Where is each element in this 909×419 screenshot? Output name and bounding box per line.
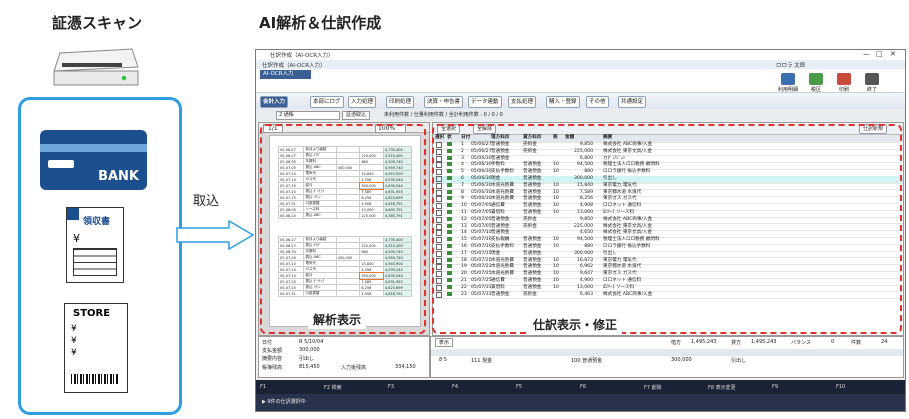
menu-item-5[interactable]: データ連動 xyxy=(468,96,502,108)
account-select[interactable]: 2 通帳 xyxy=(276,111,340,120)
exit-button[interactable]: 終了 xyxy=(860,73,884,95)
bank-card-label: BANK xyxy=(98,169,139,184)
debit-value: 300,000 xyxy=(299,347,320,353)
function-key-7[interactable]: F7 削除 xyxy=(644,384,662,391)
store-title: STORE xyxy=(73,308,111,319)
menu-item-1[interactable]: 本部にログ xyxy=(310,96,344,108)
analysis-label: 解析表示 xyxy=(308,310,367,329)
summary-header xyxy=(431,349,903,356)
maximize-icon[interactable]: □ xyxy=(876,50,883,58)
date-label: 日付 xyxy=(262,340,273,346)
usage-counts: 未利用件数 / 仕量利用件数 / 全計利用件数 : 0 / 0 / 0 xyxy=(384,112,503,118)
sub-toolbar: 2 通帳 証憑取込 未利用件数 / 仕量利用件数 / 全計利用件数 : 0 / … xyxy=(256,109,905,121)
balance-total: 0 xyxy=(831,339,835,345)
memo-label: 摘要内容 xyxy=(262,356,283,362)
debit-total: 1,495,243 xyxy=(691,339,717,345)
store-line-1: ¥ xyxy=(71,324,77,334)
receipt-icon: 領収書 ¥ xyxy=(66,207,124,283)
summary-row-debit: 111 現金 xyxy=(471,358,493,364)
debit-label: 支払金額 xyxy=(262,348,283,354)
status-bar: F1 F2 検索 F3 F4 F5 F6 F7 削除 F8 表示変更 F9 F10 xyxy=(256,380,905,394)
scanner-icon xyxy=(53,48,139,86)
ai-heading: AI解析＆仕訳作成 xyxy=(259,14,382,32)
summary-row-amount: 300,000 xyxy=(671,357,692,363)
after-balance-value: 334,150 xyxy=(395,364,416,370)
journal-label: 仕訳表示・修正 xyxy=(528,315,623,334)
title-bar: 仕訳作成（AI-OCR入力） — □ ✕ xyxy=(256,50,905,60)
function-key-9[interactable]: F9 xyxy=(772,384,778,390)
function-key-10[interactable]: F10 xyxy=(836,384,845,390)
tab-ai-ocr[interactable]: AI-OCR入力 xyxy=(260,70,311,79)
summary-row-credit: 100 普通預金 xyxy=(571,358,603,364)
debit-total-label: 借方 xyxy=(671,340,682,346)
balance-label: 帳簿残高 xyxy=(262,365,283,371)
credit-total-label: 貸方 xyxy=(731,340,742,346)
ribbon: AI-OCR入力 会計入力 本部にログ 入力処理 印刷処理 決算・申告書 データ… xyxy=(256,69,905,121)
menu-item-9[interactable]: 共通設定 xyxy=(618,96,647,108)
app-window: 仕訳作成（AI-OCR入力） — □ ✕ 仕訳作成（AI-OCR入力） ロロラ … xyxy=(255,49,906,412)
summary-row-memo: 引出し xyxy=(731,358,747,364)
function-key-2[interactable]: F2 検索 xyxy=(324,384,342,391)
count-label: 件数 xyxy=(851,340,862,346)
function-key-4[interactable]: F4 xyxy=(452,384,458,390)
sub-title: 仕訳作成（AI-OCR入力） xyxy=(262,63,326,69)
scan-import-button[interactable]: 証憑取込 xyxy=(342,111,371,120)
credit-total: 1,495,243 xyxy=(751,339,777,345)
menu-item-3[interactable]: 印刷処理 xyxy=(386,96,415,108)
tax-button[interactable]: 税区 xyxy=(804,73,828,95)
barcode-icon xyxy=(71,374,119,384)
function-key-8[interactable]: F8 表示変更 xyxy=(708,384,736,391)
analysis-highlight xyxy=(260,124,426,334)
store-line-3: ¥ xyxy=(71,348,77,358)
voucher-detail: 日付 R 5/10/04 支払金額 300,000 摘要内容 引出し 帳簿残高 … xyxy=(258,336,430,378)
receipt-yen: ¥ xyxy=(73,232,80,245)
status-text: ▶ 9件の仕訳選択中 xyxy=(262,399,306,405)
print-button[interactable]: 印刷 xyxy=(832,73,856,95)
menu-item-6[interactable]: 支払処理 xyxy=(508,96,537,108)
balance-value: 815,450 xyxy=(299,364,320,370)
memo-value: 引出し xyxy=(299,356,315,362)
minimize-icon[interactable]: — xyxy=(863,50,870,58)
function-key-6[interactable]: F6 xyxy=(580,384,586,390)
balance-total-label: バランス xyxy=(791,340,811,346)
company-name: ロロラ 太郎 xyxy=(776,63,806,69)
store-line-2: ¥ xyxy=(71,336,77,346)
menu-item-2[interactable]: 入力処理 xyxy=(348,96,377,108)
menu-item-0[interactable]: 会計入力 xyxy=(260,96,289,108)
arrow-right-icon xyxy=(176,220,255,250)
receipt-title: 領収書 xyxy=(83,217,111,227)
function-key-5[interactable]: F5 xyxy=(516,384,522,390)
bank-card-icon: BANK xyxy=(40,130,147,190)
menu-item-8[interactable]: その他 xyxy=(586,96,609,108)
window-title: 仕訳作成（AI-OCR入力） xyxy=(270,53,334,59)
date-value: R 5/10/04 xyxy=(299,339,324,345)
import-label: 取込 xyxy=(193,194,220,209)
status-message: ▶ 9件の仕訳選択中 xyxy=(256,394,905,411)
scan-heading: 証憑スキャン xyxy=(52,14,143,32)
function-key-1[interactable]: F1 xyxy=(260,384,266,390)
count-value: 24 xyxy=(881,339,888,345)
show-button[interactable]: 表示 xyxy=(435,338,454,347)
summary-row-date: 8 5 xyxy=(439,357,447,363)
function-key-3[interactable]: F3 xyxy=(388,384,394,390)
menu-item-7[interactable]: 購入・登録 xyxy=(546,96,580,108)
journal-summary: 表示 借方 1,495,243 貸方 1,495,243 バランス 0 件数 2… xyxy=(430,336,904,378)
after-balance-label: 入力後残高 xyxy=(341,365,367,371)
usage-detail-button[interactable]: 利用明細 xyxy=(776,73,800,95)
menu-item-4[interactable]: 決算・申告書 xyxy=(424,96,464,108)
store-receipt-icon: STORE ¥ ¥ ¥ xyxy=(64,303,128,393)
close-icon[interactable]: ✕ xyxy=(890,50,896,58)
journal-highlight xyxy=(432,124,902,334)
